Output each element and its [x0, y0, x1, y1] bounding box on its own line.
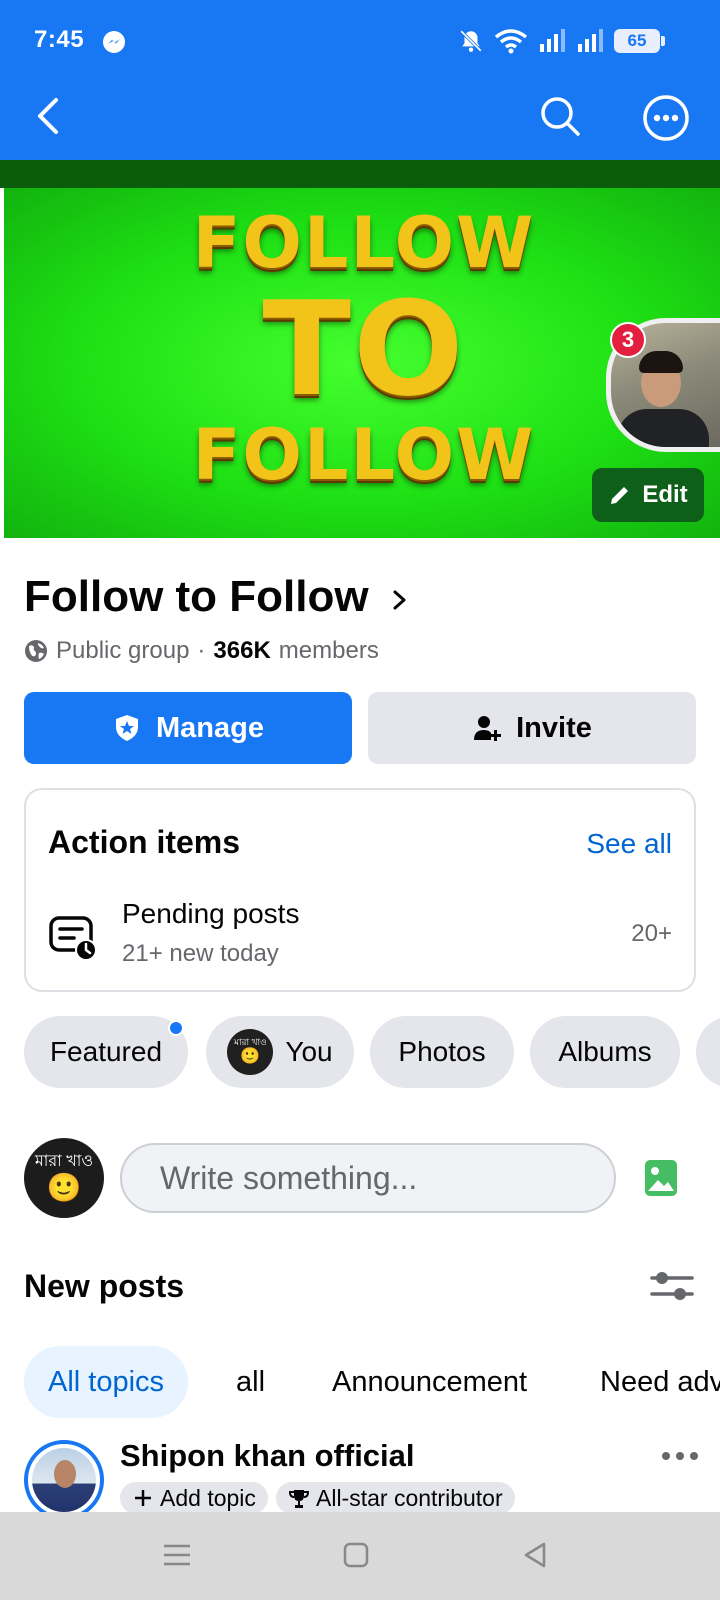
contributor-badge: All-star contributor	[276, 1482, 515, 1514]
admin-shield-icon	[116, 715, 138, 741]
manage-label: Manage	[156, 711, 264, 744]
new-indicator-dot	[168, 1020, 184, 1036]
user-avatar[interactable]: মারা খাও 🙂	[24, 1138, 104, 1218]
battery-indicator: 65	[614, 29, 665, 53]
invite-label: Invite	[516, 711, 592, 744]
signal-icon-1	[540, 29, 565, 52]
action-items-card: Action items See all Pending posts 21+ n…	[24, 788, 696, 992]
tab-albums-label: Albums	[558, 1036, 652, 1067]
system-navigation-bar	[0, 1512, 720, 1600]
tab-albums[interactable]: Albums	[530, 1016, 680, 1088]
plus-icon	[135, 1490, 151, 1506]
tab-you-label: You	[285, 1036, 333, 1067]
post-author-name[interactable]: Shipon khan official	[120, 1438, 415, 1474]
notification-count-badge: 3	[610, 322, 646, 358]
back-arrow-icon[interactable]	[28, 92, 72, 140]
recent-apps-icon[interactable]	[160, 1538, 194, 1572]
topic-announcement[interactable]: Announcement	[332, 1346, 527, 1418]
pending-posts-subtitle: 21+ new today	[122, 940, 279, 967]
topic-need-advice[interactable]: Need adv	[600, 1346, 720, 1418]
you-avatar: মারা খাও 🙂	[227, 1029, 274, 1075]
invite-button[interactable]: Invite	[368, 692, 696, 764]
tab-photos-label: Photos	[398, 1036, 486, 1067]
photo-upload-icon[interactable]	[644, 1158, 678, 1198]
meta-separator: ·	[197, 637, 206, 664]
cover-top-strip	[0, 160, 720, 188]
edit-cover-button[interactable]: Edit	[592, 468, 704, 522]
mute-notifications-icon	[460, 30, 482, 52]
cover-artwork-text: FOLLOW TO FOLLOW	[174, 208, 554, 490]
trophy-icon	[288, 1490, 310, 1508]
new-posts-heading: New posts	[24, 1268, 185, 1304]
contributor-badge-label: All-star contributor	[316, 1484, 503, 1511]
group-tabs: Featured মারা খাও 🙂 You Photos Albums	[0, 1016, 720, 1090]
manage-button[interactable]: Manage	[24, 692, 352, 764]
cover-line-2: TO	[262, 273, 466, 425]
add-topic-chip[interactable]: Add topic	[120, 1482, 268, 1514]
add-person-icon	[474, 716, 502, 741]
member-count: 366K	[213, 637, 271, 664]
status-bar: 7:45 65	[0, 0, 720, 82]
filter-sliders-icon[interactable]	[650, 1268, 694, 1304]
add-topic-label: Add topic	[160, 1484, 256, 1511]
globe-icon	[25, 640, 47, 662]
topics-filter-bar: All topics all Announcement Need adv	[0, 1346, 720, 1418]
pencil-icon	[611, 487, 629, 504]
see-all-link[interactable]: See all	[586, 828, 672, 860]
cover-line-3: FOLLOW	[192, 414, 536, 496]
group-privacy: Public group	[56, 637, 190, 664]
write-something-input[interactable]: Write something...	[120, 1143, 616, 1213]
status-icons: 65	[458, 24, 665, 58]
status-time: 7:45	[34, 26, 85, 53]
post-author-avatar[interactable]	[24, 1440, 104, 1520]
members-label: members	[278, 637, 379, 664]
edit-label: Edit	[642, 481, 688, 508]
pending-posts-icon	[49, 916, 97, 961]
more-options-icon[interactable]	[642, 94, 690, 142]
signal-icon-2	[578, 29, 603, 52]
post-more-options-icon[interactable]	[660, 1444, 700, 1468]
tab-you[interactable]: মারা খাও 🙂 You	[206, 1016, 354, 1088]
topic-all-topics[interactable]: All topics	[24, 1346, 189, 1418]
group-meta: Public group · 366K members	[24, 636, 379, 666]
home-icon[interactable]	[339, 1538, 373, 1572]
back-icon[interactable]	[518, 1538, 552, 1572]
group-name[interactable]: Follow to Follow	[24, 572, 369, 622]
pending-posts-count: 20+	[631, 920, 672, 947]
action-items-title: Action items	[48, 824, 241, 860]
search-icon[interactable]	[538, 94, 582, 138]
pending-posts-label[interactable]: Pending posts	[122, 898, 299, 930]
tab-more-partial[interactable]	[696, 1016, 720, 1088]
tab-featured[interactable]: Featured	[24, 1016, 188, 1088]
tab-featured-label: Featured	[49, 1036, 163, 1067]
wifi-icon	[494, 29, 528, 54]
cover-line-1: FOLLOW	[192, 202, 536, 284]
chevron-right-icon[interactable]	[388, 586, 412, 614]
messenger-icon	[103, 31, 125, 53]
topic-all[interactable]: all	[236, 1346, 265, 1418]
tab-photos[interactable]: Photos	[370, 1016, 514, 1088]
app-header: 7:45 65	[0, 0, 720, 160]
